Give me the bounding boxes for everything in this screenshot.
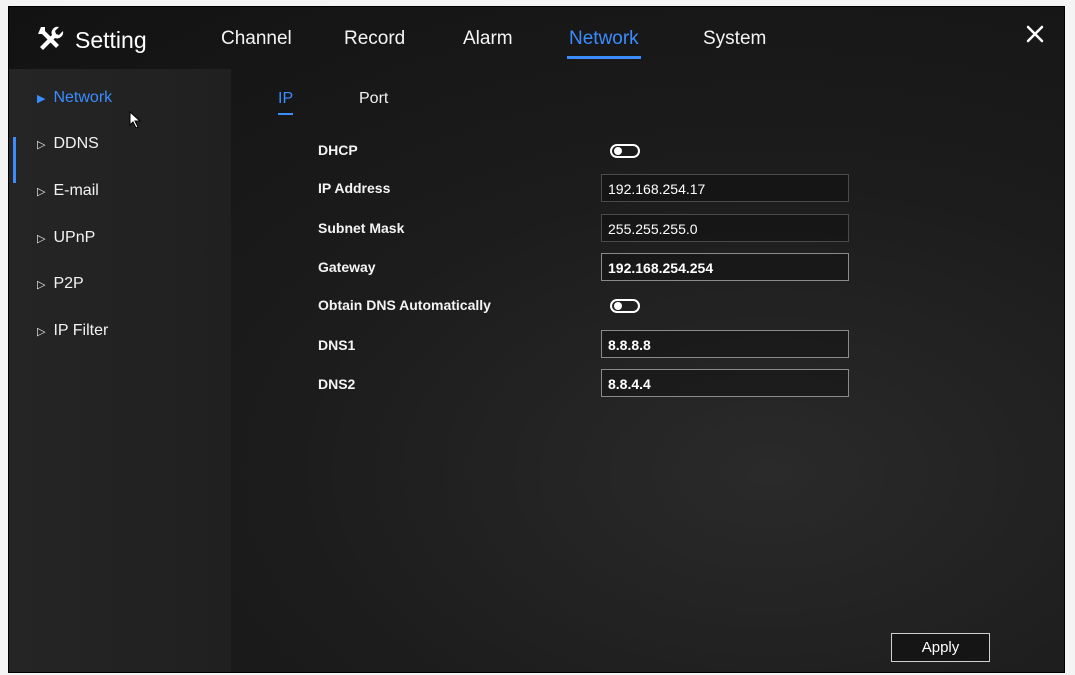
- subtab-ip[interactable]: IP: [278, 90, 294, 115]
- toggle-knob: [614, 147, 622, 155]
- sidebar-active-indicator: [13, 137, 16, 183]
- mouse-cursor-icon: [129, 111, 142, 129]
- sidebar-item-label: E-mail: [53, 182, 99, 199]
- dhcp-label: DHCP: [318, 142, 358, 158]
- sidebar-item-label: IP Filter: [53, 322, 109, 339]
- triangle-right-outline-icon: ▷: [37, 325, 46, 338]
- sidebar-item-label: UPnP: [53, 229, 96, 246]
- sidebar-item-network[interactable]: ▶ Network: [37, 89, 112, 107]
- dns1-field[interactable]: 8.8.8.8: [601, 330, 849, 358]
- sidebar-item-label: Network: [53, 89, 113, 106]
- sidebar-item-p2p[interactable]: ▷ P2P: [37, 275, 84, 293]
- ip-address-field[interactable]: 192.168.254.17: [601, 174, 849, 202]
- dns2-field[interactable]: 8.8.4.4: [601, 369, 849, 397]
- sidebar-item-ip-filter[interactable]: ▷ IP Filter: [37, 322, 108, 340]
- tab-alarm[interactable]: Alarm: [463, 28, 513, 50]
- close-icon[interactable]: [1022, 21, 1048, 47]
- gateway-field[interactable]: 192.168.254.254: [601, 253, 849, 281]
- ip-address-label: IP Address: [318, 180, 391, 196]
- triangle-right-outline-icon: ▷: [37, 232, 46, 245]
- obtain-dns-label: Obtain DNS Automatically: [318, 297, 491, 313]
- sidebar-item-ddns[interactable]: ▷ DDNS: [37, 135, 99, 153]
- settings-title: Setting: [35, 23, 147, 58]
- triangle-right-outline-icon: ▷: [37, 278, 46, 291]
- gateway-label: Gateway: [318, 259, 376, 275]
- subtab-port[interactable]: Port: [359, 90, 388, 108]
- tab-system[interactable]: System: [703, 28, 766, 50]
- triangle-right-outline-icon: ▷: [37, 185, 46, 198]
- settings-screen: Setting Channel Record Alarm Network Sys…: [8, 6, 1065, 673]
- dhcp-toggle[interactable]: [610, 144, 640, 158]
- tab-record[interactable]: Record: [344, 28, 405, 50]
- sidebar-item-label: P2P: [53, 275, 84, 292]
- top-bar: Setting Channel Record Alarm Network Sys…: [9, 7, 1064, 69]
- tools-icon: [35, 23, 65, 58]
- tab-channel[interactable]: Channel: [221, 28, 292, 50]
- page-title: Setting: [75, 27, 147, 53]
- sidebar-item-email[interactable]: ▷ E-mail: [37, 182, 99, 200]
- toggle-knob: [614, 302, 622, 310]
- subnet-mask-field[interactable]: 255.255.255.0: [601, 214, 849, 242]
- subnet-mask-label: Subnet Mask: [318, 220, 405, 236]
- dns2-label: DNS2: [318, 376, 356, 392]
- triangle-right-icon: ▶: [37, 92, 46, 105]
- dns1-label: DNS1: [318, 337, 356, 353]
- triangle-right-outline-icon: ▷: [37, 138, 46, 151]
- sidebar-item-upnp[interactable]: ▷ UPnP: [37, 229, 95, 247]
- tab-network[interactable]: Network: [567, 28, 641, 59]
- sidebar: [9, 69, 231, 672]
- sidebar-item-label: DDNS: [53, 135, 99, 152]
- apply-button[interactable]: Apply: [891, 633, 990, 662]
- obtain-dns-toggle[interactable]: [610, 299, 640, 313]
